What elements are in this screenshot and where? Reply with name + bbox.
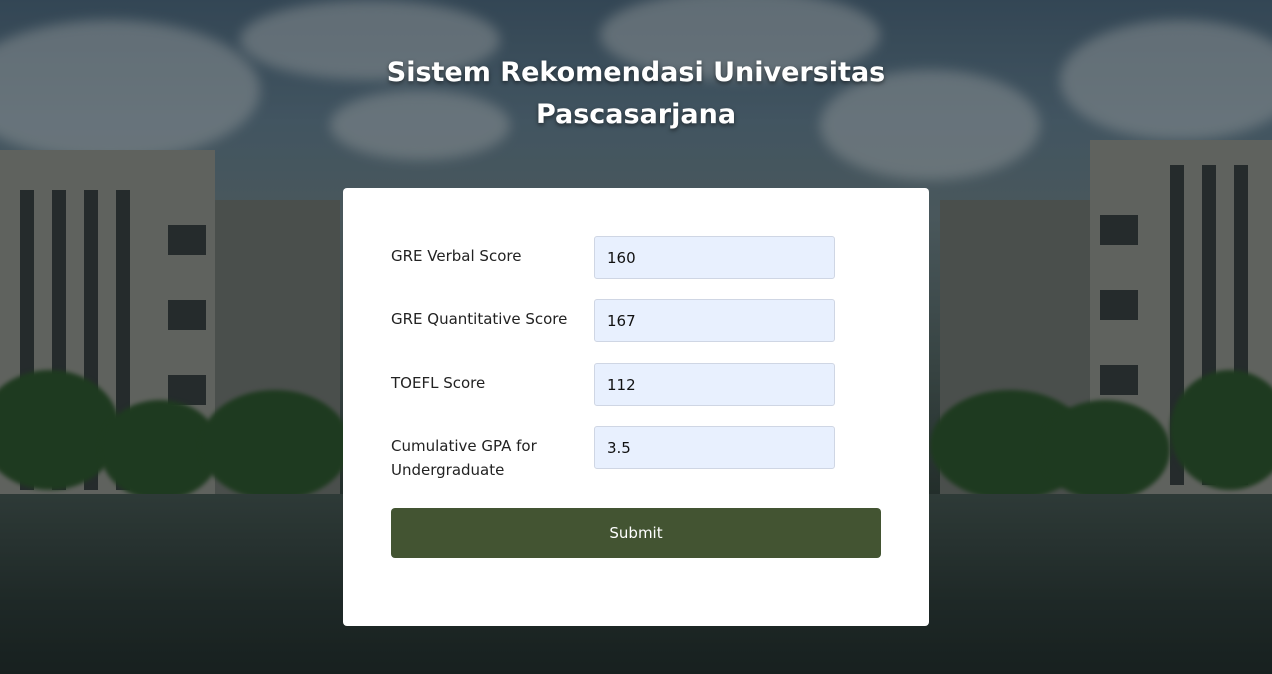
gre-quantitative-input[interactable] [594,299,835,342]
page-title: Sistem Rekomendasi Universitas Pascasarj… [0,52,1272,136]
gpa-label: Cumulative GPA for Undergraduate [391,437,537,479]
form-row-toefl: TOEFL Score [391,363,835,407]
form-row-gre-verbal: GRE Verbal Score [391,236,835,280]
toefl-input[interactable] [594,363,835,406]
gre-quantitative-label: GRE Quantitative Score [391,310,568,328]
form-row-gpa: Cumulative GPA for Undergraduate [391,426,835,479]
gre-verbal-label: GRE Verbal Score [391,247,522,265]
gpa-input[interactable] [594,426,835,469]
page-title-line-1: Sistem Rekomendasi Universitas [386,57,886,88]
recommendation-form: GRE Verbal Score GRE Quantitative Score … [343,188,929,626]
gre-verbal-input[interactable] [594,236,835,279]
form-row-gre-quantitative: GRE Quantitative Score [391,299,835,343]
submit-button[interactable]: Submit [391,508,881,558]
toefl-label: TOEFL Score [391,374,486,392]
page-title-line-2: Pascasarjana [535,99,737,130]
